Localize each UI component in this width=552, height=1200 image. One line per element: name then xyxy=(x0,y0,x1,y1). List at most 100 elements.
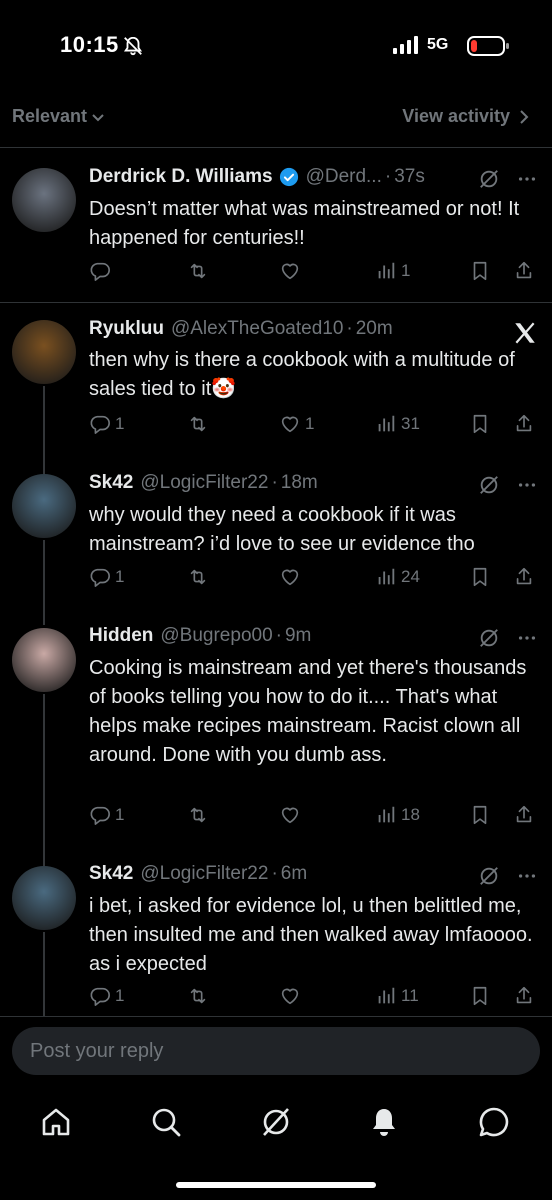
avatar[interactable] xyxy=(12,628,76,692)
like-button[interactable] xyxy=(279,985,305,1007)
avatar[interactable] xyxy=(12,474,76,538)
display-name[interactable]: Derdrick D. Williams xyxy=(89,166,273,188)
separator-dot: · xyxy=(275,625,282,646)
post-menu-icons xyxy=(478,865,538,887)
bookmark-button[interactable] xyxy=(469,804,491,826)
post-divider xyxy=(0,302,552,303)
like-button[interactable] xyxy=(279,260,305,282)
avatar[interactable] xyxy=(12,866,76,930)
post-actions: 1 xyxy=(89,260,539,290)
separator-dot: · xyxy=(271,472,278,493)
home-indicator xyxy=(176,1182,376,1188)
share-icon xyxy=(516,567,532,585)
like-icon xyxy=(281,416,299,433)
grok-icon[interactable] xyxy=(478,627,500,649)
home-icon[interactable] xyxy=(38,1104,74,1140)
reply-button[interactable]: 1 xyxy=(89,566,124,588)
more-icon[interactable] xyxy=(516,627,538,649)
repost-button[interactable] xyxy=(187,985,209,1007)
post-header: Sk42 @LogicFilter22 · 18m xyxy=(89,472,318,494)
avatar[interactable] xyxy=(12,168,76,232)
like-icon xyxy=(281,807,299,824)
views-button[interactable]: 24 xyxy=(375,566,420,588)
user-handle[interactable]: @Derd... xyxy=(306,166,382,188)
like-button[interactable] xyxy=(279,566,305,588)
repost-icon xyxy=(190,263,206,279)
views-icon xyxy=(378,806,395,823)
display-name[interactable]: Hidden xyxy=(89,625,153,647)
display-name[interactable]: Sk42 xyxy=(89,472,133,494)
views-button[interactable]: 18 xyxy=(375,804,420,826)
chevron-right-icon xyxy=(520,109,529,124)
notifications-icon[interactable] xyxy=(366,1104,402,1140)
bookmark-icon xyxy=(473,986,487,1006)
messages-icon[interactable] xyxy=(476,1104,512,1140)
separator-dot: · xyxy=(384,166,392,187)
post-header: Derdrick D. Williams @Derd... · 37s xyxy=(89,166,425,188)
display-name[interactable]: Sk42 xyxy=(89,863,133,885)
reply-button[interactable]: 1 xyxy=(89,985,124,1007)
share-button[interactable] xyxy=(513,985,535,1007)
post-actions: 1 11 xyxy=(89,985,539,1015)
reply-count: 1 xyxy=(115,805,125,824)
share-button[interactable] xyxy=(513,260,535,282)
user-handle[interactable]: @LogicFilter22 xyxy=(140,472,268,494)
avatar[interactable] xyxy=(12,320,76,384)
grok-nav-icon[interactable] xyxy=(258,1104,294,1140)
share-button[interactable] xyxy=(513,413,535,435)
more-icon[interactable] xyxy=(516,474,538,496)
reply-count: 1 xyxy=(115,414,125,433)
repost-icon xyxy=(190,807,206,823)
grok-icon[interactable] xyxy=(478,865,500,887)
repost-icon xyxy=(190,569,206,585)
views-count: 1 xyxy=(401,261,411,280)
like-icon xyxy=(281,569,299,586)
search-icon[interactable] xyxy=(148,1104,184,1140)
post-time: 6m xyxy=(280,863,308,884)
thread-connector xyxy=(43,932,45,1016)
like-button[interactable]: 1 xyxy=(279,413,314,435)
share-button[interactable] xyxy=(513,804,535,826)
views-button[interactable]: 11 xyxy=(375,985,419,1007)
views-button[interactable]: 1 xyxy=(375,260,410,282)
grok-icon[interactable] xyxy=(478,474,500,496)
more-icon[interactable] xyxy=(516,865,538,887)
post-text: then why is there a cookbook with a mult… xyxy=(89,349,515,400)
bookmark-button[interactable] xyxy=(469,566,491,588)
sort-label: Relevant xyxy=(12,106,88,126)
like-icon xyxy=(281,263,299,280)
status-time: 10:15 xyxy=(60,32,119,57)
repost-button[interactable] xyxy=(187,804,209,826)
chevron-down-icon xyxy=(92,113,104,121)
reply-button[interactable] xyxy=(89,260,115,282)
like-button[interactable] xyxy=(279,804,305,826)
bookmark-button[interactable] xyxy=(469,413,491,435)
repost-button[interactable] xyxy=(187,260,209,282)
share-button[interactable] xyxy=(513,566,535,588)
post-header: Ryukluu @AlexTheGoated10 · 20m xyxy=(89,318,393,340)
reply-input[interactable] xyxy=(12,1027,540,1075)
sort-dropdown[interactable]: Relevant xyxy=(12,106,105,127)
views-button[interactable]: 31 xyxy=(375,413,420,435)
post-time: 9m xyxy=(284,625,312,646)
reply-icon xyxy=(90,568,110,587)
bookmark-button[interactable] xyxy=(469,260,491,282)
repost-icon xyxy=(190,988,206,1004)
thread-connector xyxy=(43,694,45,866)
user-handle[interactable]: @LogicFilter22 xyxy=(140,863,268,885)
reply-button[interactable]: 1 xyxy=(89,413,124,435)
repost-button[interactable] xyxy=(187,566,209,588)
user-handle[interactable]: @Bugrepo00 xyxy=(160,625,272,647)
bookmark-button[interactable] xyxy=(469,985,491,1007)
post-actions: 1 18 xyxy=(89,804,539,834)
reply-button[interactable]: 1 xyxy=(89,804,124,826)
reply-icon xyxy=(90,415,110,434)
repost-button[interactable] xyxy=(187,413,209,435)
post-text: Doesn’t matter what was mainstreamed or … xyxy=(89,198,520,249)
like-count: 1 xyxy=(305,414,315,433)
user-handle[interactable]: @AlexTheGoated10 xyxy=(171,318,343,340)
grok-icon[interactable] xyxy=(478,168,500,190)
display-name[interactable]: Ryukluu xyxy=(89,318,164,340)
view-activity-link[interactable]: View activity xyxy=(402,106,530,127)
more-icon[interactable] xyxy=(516,168,538,190)
